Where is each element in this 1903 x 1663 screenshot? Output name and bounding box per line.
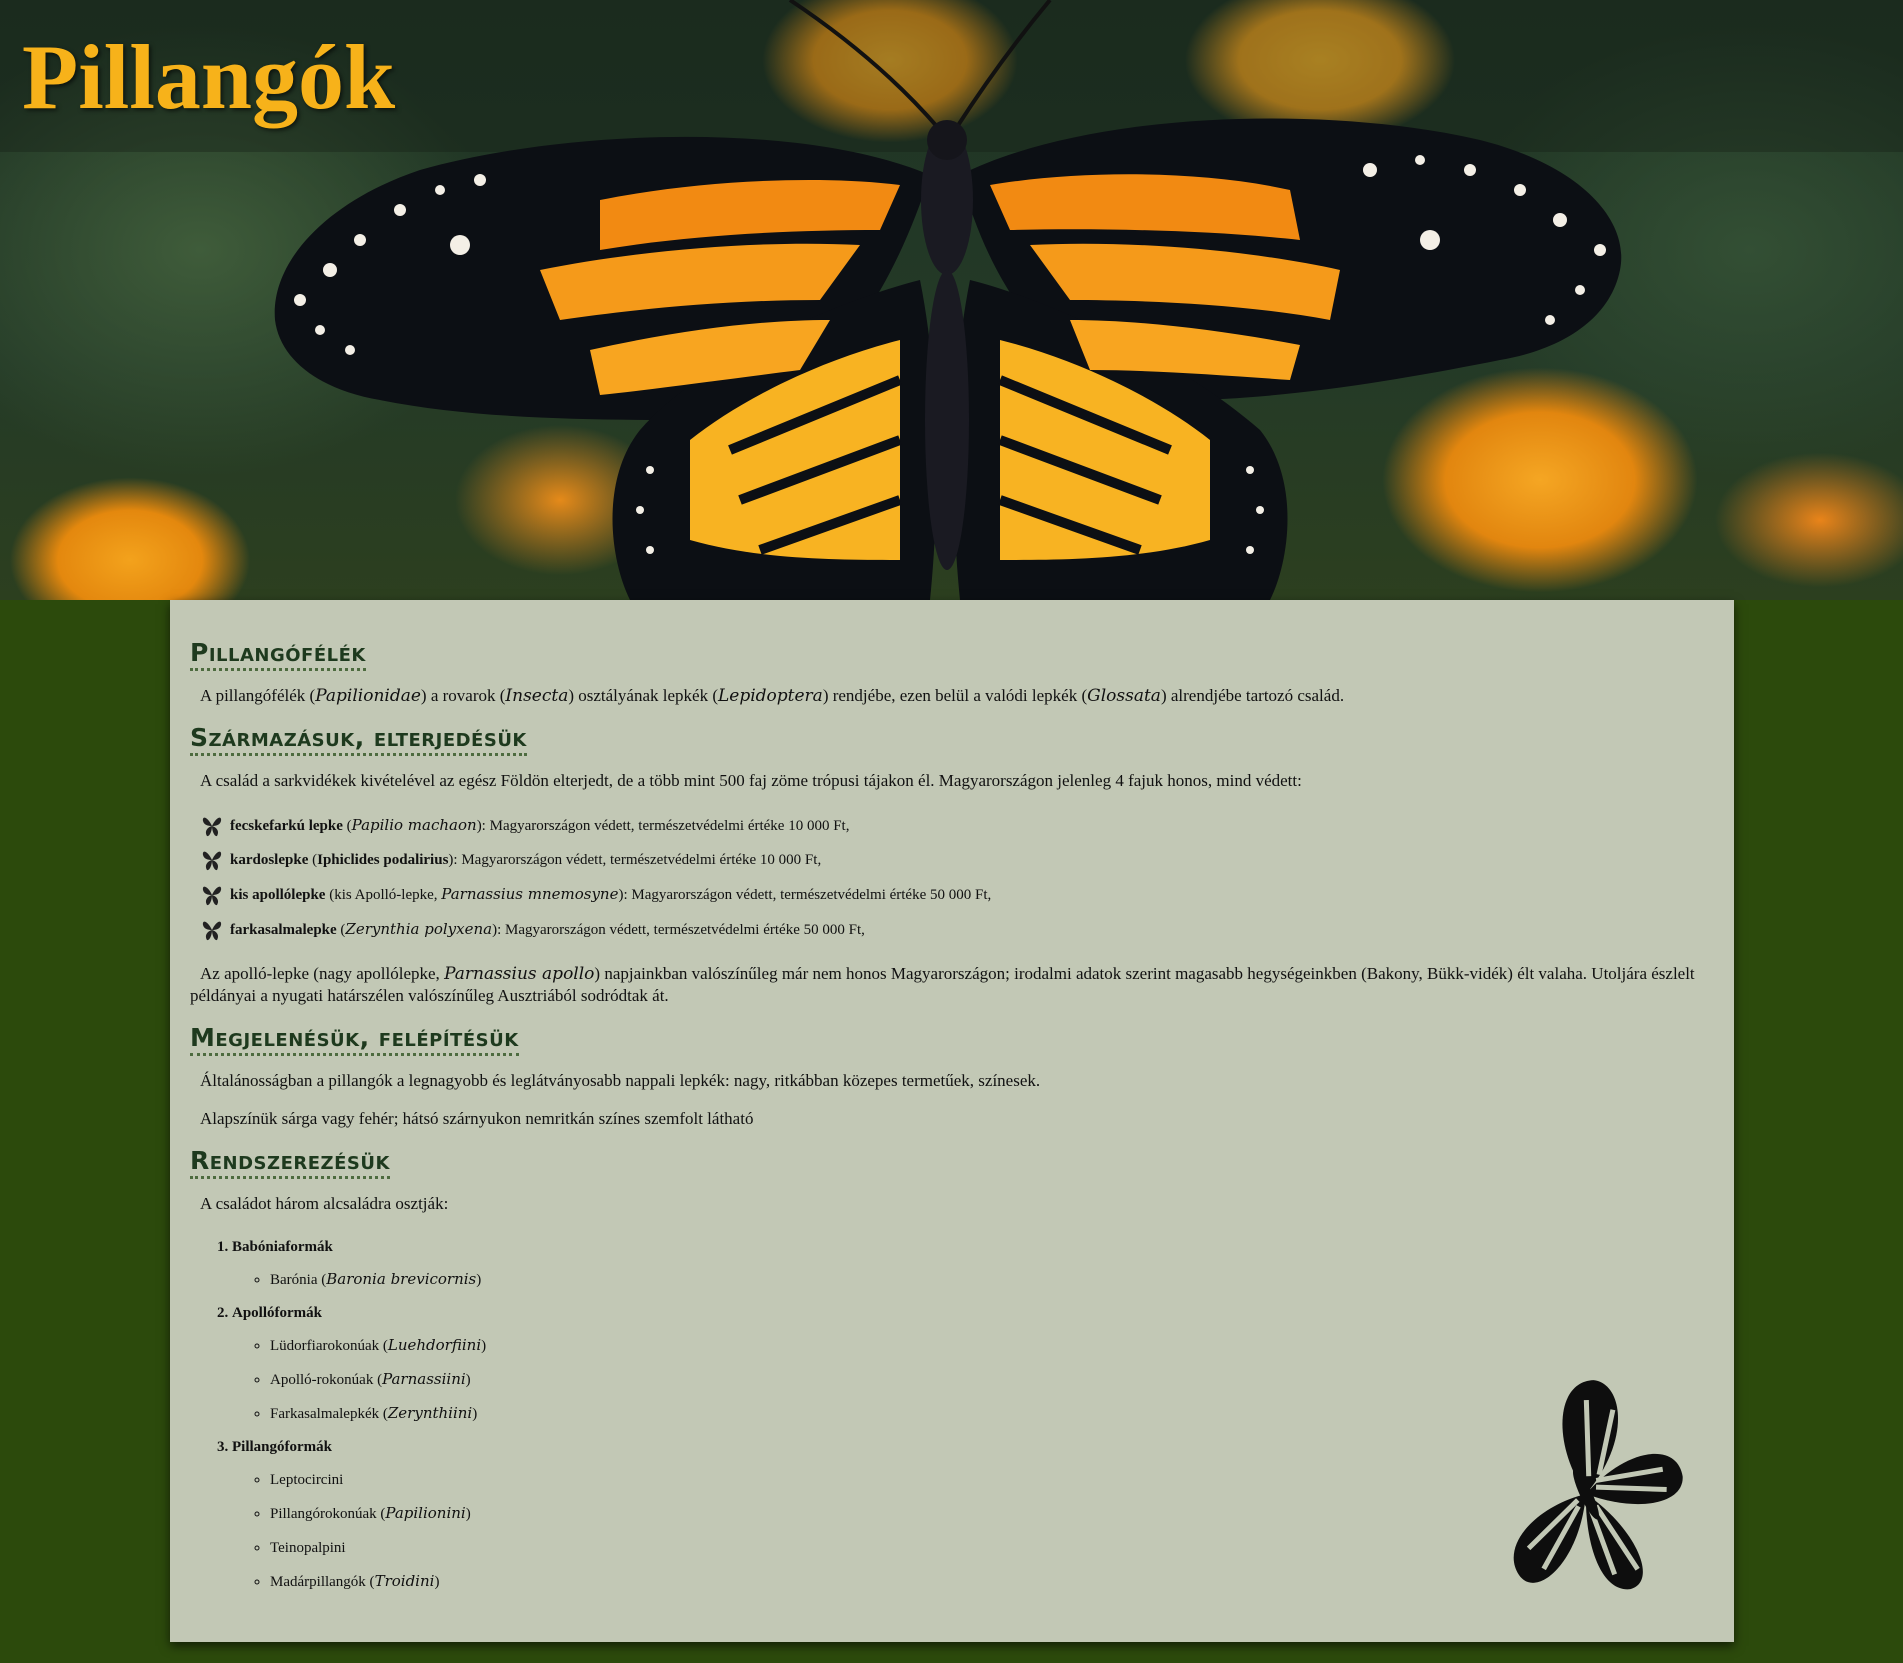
hero-banner: Pillangók [0,0,1903,600]
section-heading: Pillangófélék [190,638,366,671]
appearance-paragraph-1: Általánosságban a pillangók a legnagyobb… [200,1071,1041,1090]
origin-paragraph: A család a sarkvidékek kivételével az eg… [200,771,1302,790]
section-megjelenesuk: Megjelenésük, felépítésük Általánosságba… [190,1023,1714,1130]
list-item: fecskefarkú lepke (Papilio machaon): Mag… [200,808,1714,843]
section-heading: Rendszerezésük [190,1146,390,1179]
butterfly-silhouette-icon [1513,1380,1683,1590]
list-item: Barónia (Baronia brevicornis) [270,1263,1714,1297]
list-item: kardoslepke (Iphiclides podalirius): Mag… [200,843,1714,877]
list-item: Lüdorfiarokonúak (Luehdorfiini) [270,1329,1714,1363]
butterfly-icon [202,886,222,905]
section-pillangofelek: Pillangófélék A pillangófélék (Papilioni… [190,638,1714,707]
list-item: farkasalmalepke (Zerynthia polyxena): Ma… [200,912,1714,947]
taxonomy-paragraph: A családot három alcsaládra osztják: [200,1194,449,1213]
section-heading: Megjelenésük, felépítésük [190,1023,519,1056]
butterfly-icon [202,817,222,836]
site-title: Pillangók [22,26,396,128]
subfamily-item: Babóniaformák Barónia (Baronia brevicorn… [232,1231,1714,1297]
section-szarmazasuk: Származásuk, elterjedésük A család a sar… [190,723,1714,1007]
tribe-list: Barónia (Baronia brevicornis) [242,1263,1714,1297]
butterfly-icon [202,851,222,871]
species-list: fecskefarkú lepke (Papilio machaon): Mag… [200,808,1714,947]
appearance-paragraph-2: Alapszínük sárga vagy fehér; hátsó szárn… [200,1109,754,1128]
butterfly-icon [202,921,222,940]
apollo-paragraph: Az apolló-lepke (nagy apollólepke, Parna… [190,964,1695,1005]
content-panel: Pillangófélék A pillangófélék (Papilioni… [170,600,1734,1642]
intro-paragraph: A pillangófélék (Papilionidae) a rovarok… [200,686,1345,706]
section-heading: Származásuk, elterjedésük [190,723,527,756]
list-item: kis apollólepke (kis Apolló-lepke, Parna… [200,877,1714,912]
